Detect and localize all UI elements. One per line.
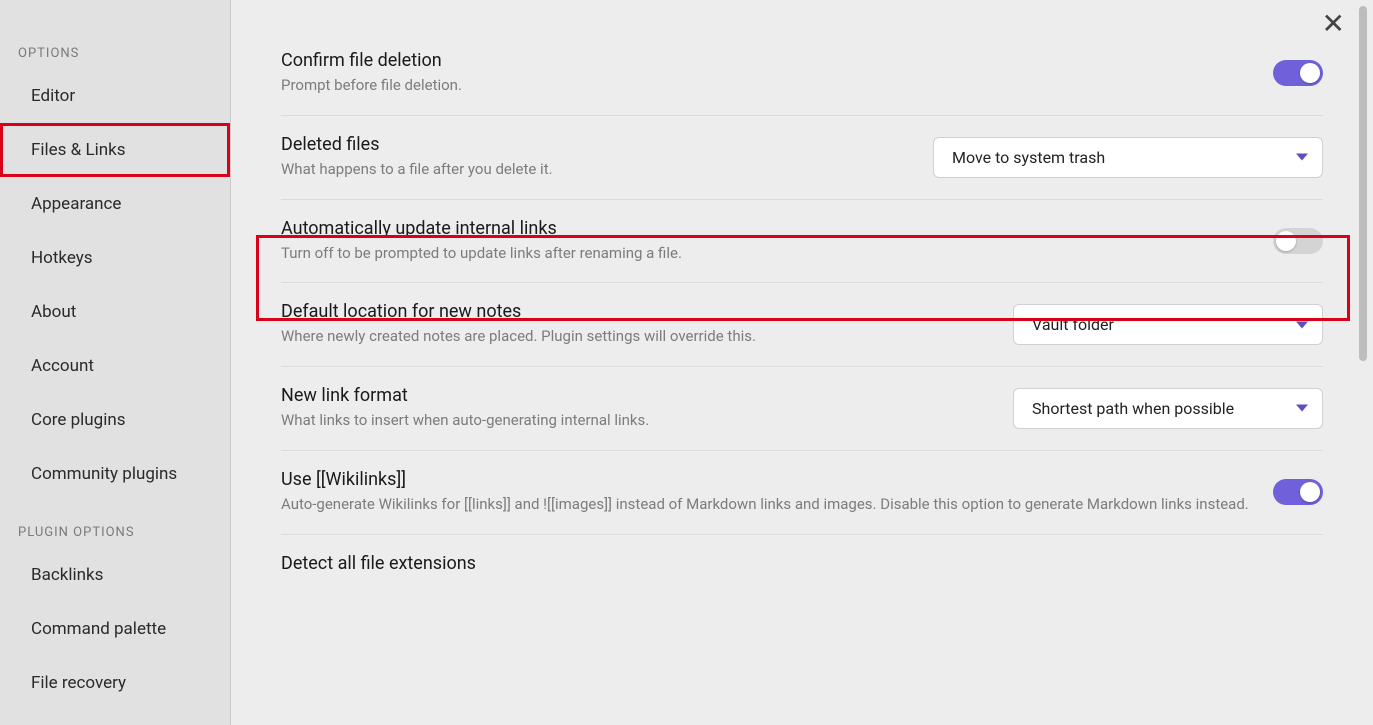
setting-title: Deleted files [281, 134, 909, 155]
setting-desc: What links to insert when auto-generatin… [281, 410, 989, 432]
sidebar-item-core-plugins[interactable]: Core plugins [0, 393, 230, 447]
setting-control [1273, 479, 1323, 505]
sidebar-item-command-palette[interactable]: Command palette [0, 602, 230, 656]
sidebar-item-appearance[interactable]: Appearance [0, 177, 230, 231]
setting-title: Detect all file extensions [281, 553, 1299, 574]
chevron-down-icon [1296, 405, 1308, 412]
dropdown-value: Move to system trash [952, 148, 1105, 167]
sidebar-item-about[interactable]: About [0, 285, 230, 339]
setting-text: New link format What links to insert whe… [281, 385, 1013, 432]
sidebar-item-label: Community plugins [31, 464, 177, 484]
chevron-down-icon [1296, 321, 1308, 328]
toggle-knob [1300, 482, 1320, 502]
setting-control [1273, 60, 1323, 86]
link-format-dropdown[interactable]: Shortest path when possible [1013, 388, 1323, 429]
setting-control: Move to system trash [933, 137, 1323, 178]
toggle-knob [1276, 231, 1296, 251]
setting-desc: Auto-generate Wikilinks for [[links]] an… [281, 494, 1249, 516]
deleted-files-dropdown[interactable]: Move to system trash [933, 137, 1323, 178]
scrollbar[interactable] [1359, 6, 1367, 361]
close-button[interactable]: ✕ [1322, 10, 1345, 38]
sidebar-item-label: Hotkeys [31, 248, 93, 268]
use-wikilinks-toggle[interactable] [1273, 479, 1323, 505]
sidebar-item-community-plugins[interactable]: Community plugins [0, 447, 230, 501]
sidebar-item-label: Backlinks [31, 565, 103, 585]
setting-default-location: Default location for new notes Where new… [281, 283, 1323, 367]
setting-new-link-format: New link format What links to insert whe… [281, 367, 1323, 451]
setting-title: Default location for new notes [281, 301, 989, 322]
setting-title: Confirm file deletion [281, 50, 1249, 71]
toggle-knob [1300, 63, 1320, 83]
setting-confirm-file-deletion: Confirm file deletion Prompt before file… [281, 32, 1323, 116]
close-icon: ✕ [1322, 7, 1345, 40]
sidebar-item-label: Appearance [31, 194, 121, 214]
setting-text: Use [[Wikilinks]] Auto-generate Wikilink… [281, 469, 1273, 516]
setting-detect-extensions: Detect all file extensions [281, 535, 1323, 596]
setting-text: Deleted files What happens to a file aft… [281, 134, 933, 181]
sidebar-item-label: Core plugins [31, 410, 126, 430]
setting-control: Shortest path when possible [1013, 388, 1323, 429]
settings-modal: OPTIONS Editor Files & Links Appearance … [0, 0, 1373, 725]
setting-text: Automatically update internal links Turn… [281, 218, 1273, 265]
setting-text: Detect all file extensions [281, 553, 1323, 578]
chevron-down-icon [1296, 154, 1308, 161]
auto-update-links-toggle[interactable] [1273, 228, 1323, 254]
sidebar-item-label: About [31, 302, 76, 322]
sidebar-item-label: Account [31, 356, 94, 376]
sidebar-section-title-plugin-options: PLUGIN OPTIONS [0, 513, 230, 548]
sidebar-item-backlinks[interactable]: Backlinks [0, 548, 230, 602]
settings-sidebar: OPTIONS Editor Files & Links Appearance … [0, 0, 231, 725]
sidebar-item-account[interactable]: Account [0, 339, 230, 393]
setting-deleted-files: Deleted files What happens to a file aft… [281, 116, 1323, 200]
setting-text: Confirm file deletion Prompt before file… [281, 50, 1273, 97]
settings-content: ✕ Confirm file deletion Prompt before fi… [231, 0, 1373, 725]
dropdown-value: Shortest path when possible [1032, 399, 1234, 418]
setting-desc: Where newly created notes are placed. Pl… [281, 326, 989, 348]
setting-title: Automatically update internal links [281, 218, 1249, 239]
setting-desc: Prompt before file deletion. [281, 75, 1249, 97]
default-location-dropdown[interactable]: Vault folder [1013, 304, 1323, 345]
setting-text: Default location for new notes Where new… [281, 301, 1013, 348]
setting-desc: What happens to a file after you delete … [281, 159, 909, 181]
dropdown-value: Vault folder [1032, 315, 1114, 334]
setting-auto-update-links: Automatically update internal links Turn… [281, 200, 1323, 284]
sidebar-item-label: File recovery [31, 673, 126, 693]
sidebar-item-files-links[interactable]: Files & Links [0, 123, 230, 177]
setting-title: Use [[Wikilinks]] [281, 469, 1249, 490]
setting-control: Vault folder [1013, 304, 1323, 345]
sidebar-item-label: Files & Links [31, 140, 126, 160]
confirm-file-deletion-toggle[interactable] [1273, 60, 1323, 86]
sidebar-item-label: Command palette [31, 619, 166, 639]
sidebar-section-title-options: OPTIONS [0, 34, 230, 69]
setting-control [1273, 228, 1323, 254]
sidebar-item-hotkeys[interactable]: Hotkeys [0, 231, 230, 285]
setting-title: New link format [281, 385, 989, 406]
setting-desc: Turn off to be prompted to update links … [281, 243, 1249, 265]
sidebar-item-file-recovery[interactable]: File recovery [0, 656, 230, 710]
sidebar-item-label: Editor [31, 86, 75, 106]
sidebar-item-editor[interactable]: Editor [0, 69, 230, 123]
setting-use-wikilinks: Use [[Wikilinks]] Auto-generate Wikilink… [281, 451, 1323, 535]
